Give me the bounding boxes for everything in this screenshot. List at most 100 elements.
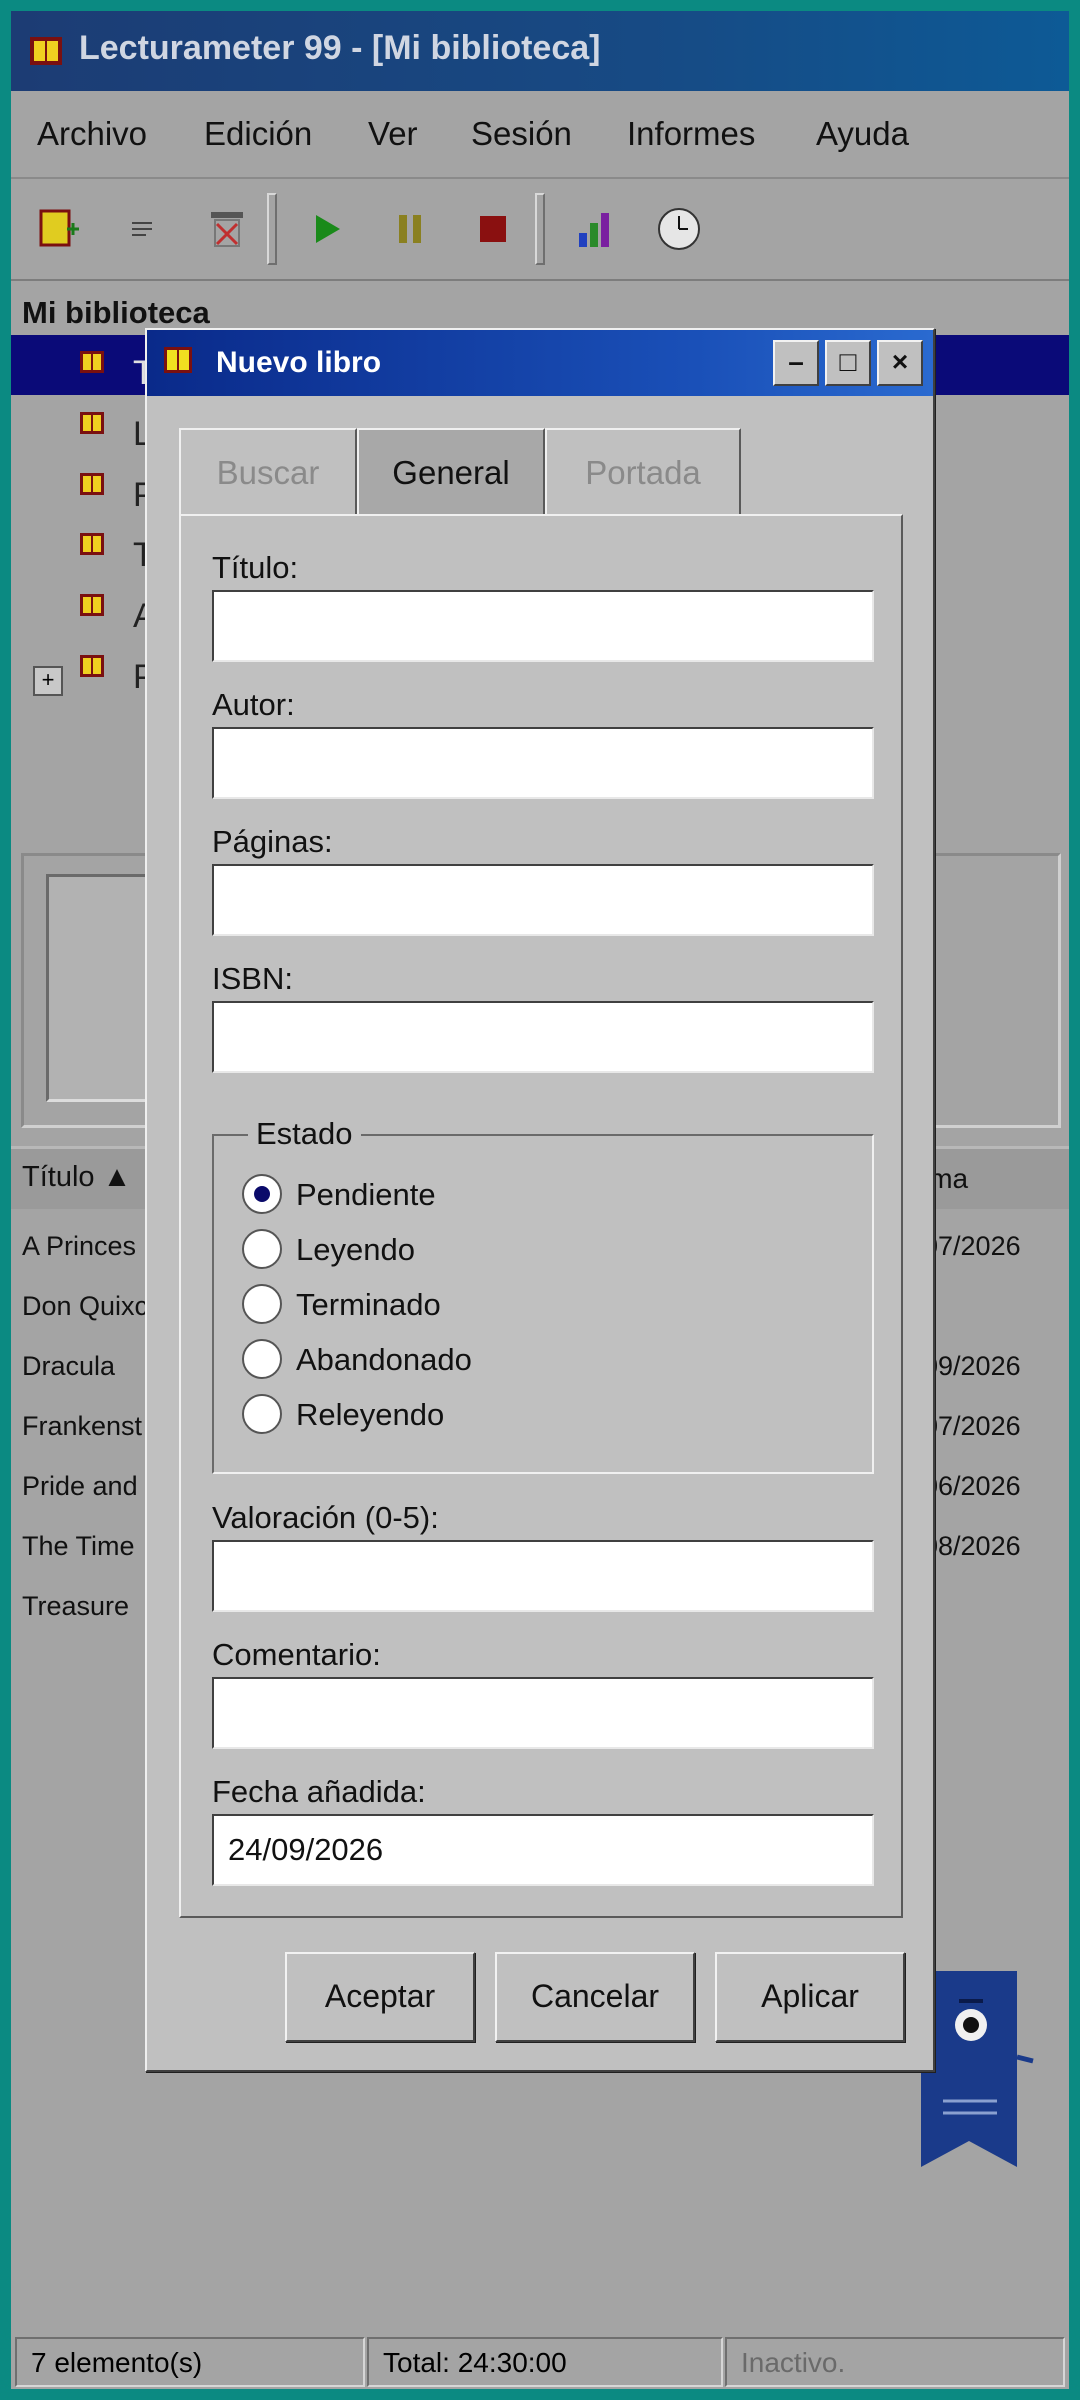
row-title: Treasure bbox=[22, 1591, 130, 1621]
radio-button[interactable] bbox=[242, 1284, 282, 1324]
radio-label: Abandonado bbox=[296, 1342, 472, 1377]
valoracion-label: Valoración (0-5): bbox=[212, 1500, 439, 1535]
column-header-title[interactable]: Título ▲ bbox=[22, 1161, 131, 1194]
toolbar-separator bbox=[267, 193, 277, 265]
status-bar: 7 elemento(s) Total: 24:30:00 Inactivo. bbox=[11, 2333, 1069, 2389]
autor-input[interactable] bbox=[212, 727, 874, 799]
radio-label: Releyendo bbox=[296, 1397, 445, 1432]
book-icon bbox=[80, 655, 104, 677]
valoracion-input[interactable] bbox=[212, 1540, 874, 1612]
bar-chart-icon bbox=[579, 213, 609, 247]
tree-item[interactable]: Te bbox=[79, 532, 169, 580]
row-title: Dracula bbox=[22, 1351, 116, 1381]
tree-item[interactable]: P bbox=[79, 472, 156, 520]
book-icon bbox=[80, 473, 104, 495]
row-date: 09/2026 bbox=[923, 1351, 1021, 1381]
estado-legend: Estado bbox=[248, 1116, 361, 1152]
paginas-label: Páginas: bbox=[212, 824, 333, 859]
fecha-input[interactable] bbox=[212, 1814, 874, 1886]
status-count: 7 elemento(s) bbox=[15, 2337, 365, 2387]
delete-button[interactable] bbox=[199, 201, 255, 257]
title-bar: Lecturameter 99 - [Mi biblioteca] bbox=[11, 11, 1069, 91]
radio-label: Terminado bbox=[296, 1287, 441, 1322]
book-icon bbox=[80, 533, 104, 555]
row-date: 07/2026 bbox=[923, 1411, 1021, 1441]
expand-toggle[interactable]: + bbox=[33, 666, 63, 696]
row-date: 08/2026 bbox=[923, 1531, 1021, 1561]
tree-item[interactable]: A bbox=[79, 593, 156, 641]
row-date: 07/2026 bbox=[923, 1231, 1021, 1261]
row-date: 06/2026 bbox=[923, 1471, 1021, 1501]
titulo-label: Título: bbox=[212, 550, 299, 585]
menu-archivo[interactable]: Archivo bbox=[37, 115, 147, 153]
row-title: Frankenst bbox=[22, 1411, 143, 1441]
book-icon bbox=[80, 594, 104, 616]
tab-portada[interactable]: Portada bbox=[545, 428, 741, 514]
toolbar-separator bbox=[535, 193, 545, 265]
apply-button[interactable]: Aplicar bbox=[715, 1952, 905, 2042]
book-icon bbox=[164, 347, 192, 373]
tree-item[interactable]: Le bbox=[79, 411, 171, 459]
stop-button[interactable] bbox=[465, 201, 521, 257]
radio-button[interactable] bbox=[242, 1229, 282, 1269]
maximize-button[interactable]: □ bbox=[825, 340, 871, 386]
tree-item[interactable]: P bbox=[79, 654, 156, 702]
estado-group: Estado Pendiente Leyendo Terminado Aband… bbox=[212, 1116, 874, 1474]
row-title: The Time bbox=[22, 1531, 135, 1561]
book-icon bbox=[80, 351, 104, 373]
radio-button[interactable] bbox=[242, 1174, 282, 1214]
library-title: Mi biblioteca bbox=[22, 295, 210, 330]
menu-bar: Archivo Edición Ver Sesión Informes Ayud… bbox=[11, 91, 1069, 179]
play-button[interactable] bbox=[299, 201, 355, 257]
radio-label: Pendiente bbox=[296, 1177, 436, 1212]
autor-label: Autor: bbox=[212, 687, 295, 722]
book-icon bbox=[30, 37, 62, 65]
isbn-input[interactable] bbox=[212, 1001, 874, 1073]
window-title: Lecturameter 99 - [Mi biblioteca] bbox=[79, 29, 601, 67]
paginas-input[interactable] bbox=[212, 864, 874, 936]
play-icon bbox=[316, 215, 340, 243]
row-title: A Princes bbox=[22, 1231, 137, 1261]
new-book-dialog: Nuevo libro – □ × Buscar General Portada… bbox=[145, 328, 935, 2072]
tab-buscar[interactable]: Buscar bbox=[179, 428, 357, 514]
close-button[interactable]: × bbox=[877, 340, 923, 386]
menu-ver[interactable]: Ver bbox=[368, 115, 418, 153]
comentario-input[interactable] bbox=[212, 1677, 874, 1749]
properties-button[interactable] bbox=[115, 201, 171, 257]
dialog-title: Nuevo libro bbox=[216, 346, 382, 379]
general-tab-panel: Título: Autor: Páginas: ISBN: Estado Pen… bbox=[179, 514, 903, 1918]
comentario-label: Comentario: bbox=[212, 1637, 381, 1672]
stats-button[interactable] bbox=[568, 201, 624, 257]
isbn-label: ISBN: bbox=[212, 961, 293, 996]
radio-button[interactable] bbox=[242, 1394, 282, 1434]
new-book-icon bbox=[39, 209, 79, 247]
clock-icon bbox=[658, 208, 700, 250]
cancel-button[interactable]: Cancelar bbox=[495, 1952, 695, 2042]
fecha-label: Fecha añadida: bbox=[212, 1774, 426, 1809]
minimize-button[interactable]: – bbox=[773, 340, 819, 386]
radio-label: Leyendo bbox=[296, 1232, 415, 1267]
delete-icon bbox=[211, 212, 243, 247]
radio-button[interactable] bbox=[242, 1339, 282, 1379]
new-book-button[interactable] bbox=[31, 201, 87, 257]
row-title: Don Quixc bbox=[22, 1291, 149, 1321]
list-icon bbox=[132, 222, 152, 236]
pause-button[interactable] bbox=[382, 201, 438, 257]
menu-sesion[interactable]: Sesión bbox=[471, 115, 572, 153]
stop-icon bbox=[480, 216, 506, 242]
menu-informes[interactable]: Informes bbox=[627, 115, 755, 153]
status-state: Inactivo. bbox=[725, 2337, 1065, 2387]
history-button[interactable] bbox=[651, 201, 707, 257]
accept-button[interactable]: Aceptar bbox=[285, 1952, 475, 2042]
toolbar bbox=[11, 179, 1069, 281]
tree-item[interactable]: To bbox=[79, 350, 169, 398]
dialog-title-bar[interactable]: Nuevo libro – □ × bbox=[147, 330, 933, 396]
tab-general[interactable]: General bbox=[357, 428, 545, 514]
titulo-input[interactable] bbox=[212, 590, 874, 662]
row-title: Pride and bbox=[22, 1471, 138, 1501]
book-icon bbox=[80, 412, 104, 434]
status-total: Total: 24:30:00 bbox=[367, 2337, 723, 2387]
menu-ayuda[interactable]: Ayuda bbox=[816, 115, 909, 153]
menu-edicion[interactable]: Edición bbox=[204, 115, 312, 153]
pause-icon bbox=[399, 215, 421, 243]
